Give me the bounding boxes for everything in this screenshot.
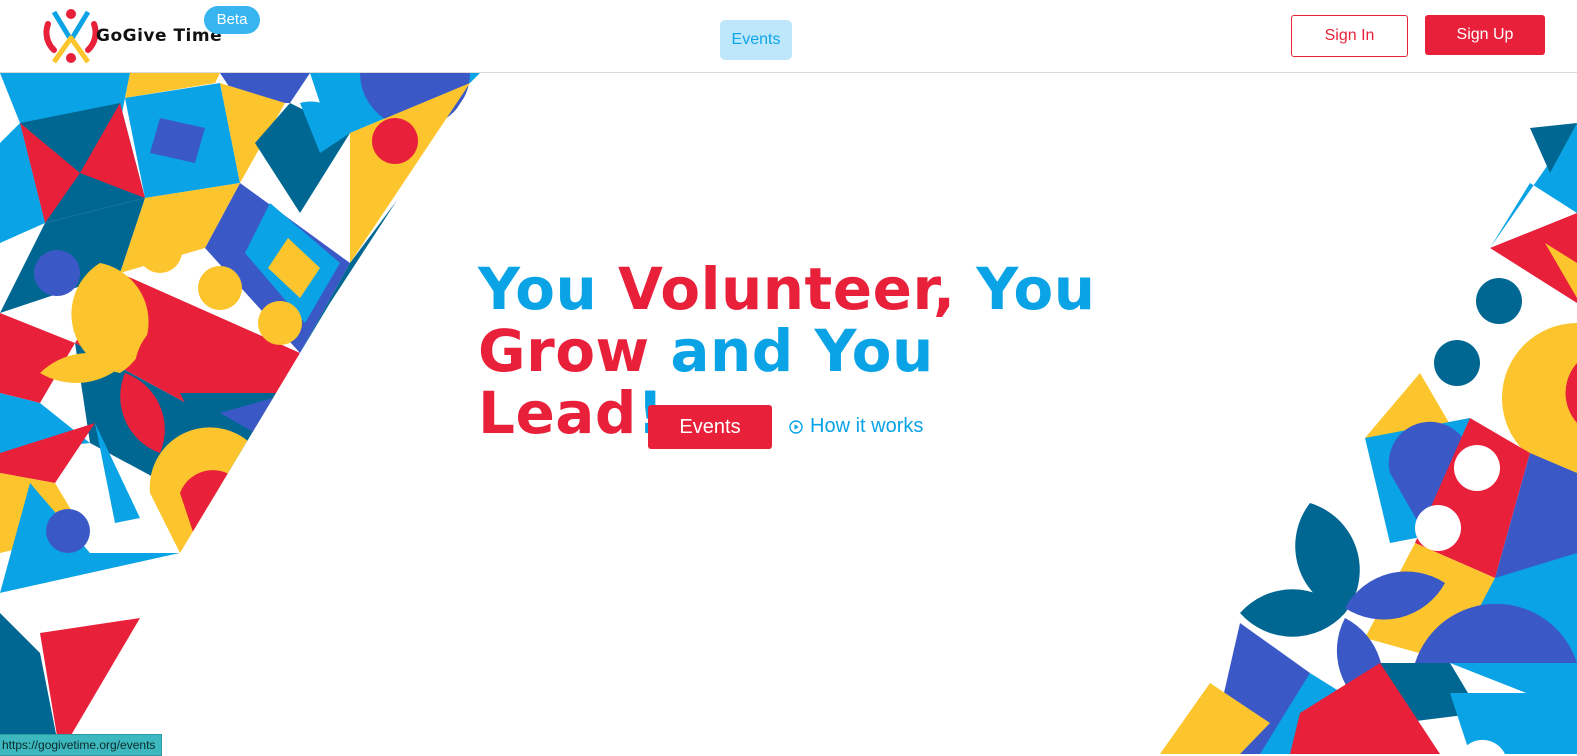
status-bar-url: https://gogivetime.org/events [0,734,163,756]
headline-part: and You [670,317,934,385]
headline-part: Grow [478,317,671,385]
hero-pattern-right [1160,123,1577,754]
header: GoGive Time Beta Events Sign In Sign Up [0,0,1577,73]
hero-pattern-left [0,73,480,754]
play-circle-icon [789,420,803,434]
how-it-works-link[interactable]: How it works [789,411,923,441]
sign-in-button[interactable]: Sign In [1291,15,1408,57]
hero-events-button[interactable]: Events [648,405,772,449]
gogive-logo-icon[interactable] [40,6,102,66]
headline-part: Volunteer, [618,255,977,323]
how-it-works-label: How it works [810,415,924,437]
brand-name[interactable]: GoGive Time [96,26,222,46]
headline-part: You [478,255,619,323]
headline-part: Lead [478,379,637,447]
nav-events-link[interactable]: Events [720,20,792,60]
beta-badge: Beta [204,6,260,34]
headline-part: You [976,255,1096,323]
sign-up-button[interactable]: Sign Up [1425,15,1545,55]
